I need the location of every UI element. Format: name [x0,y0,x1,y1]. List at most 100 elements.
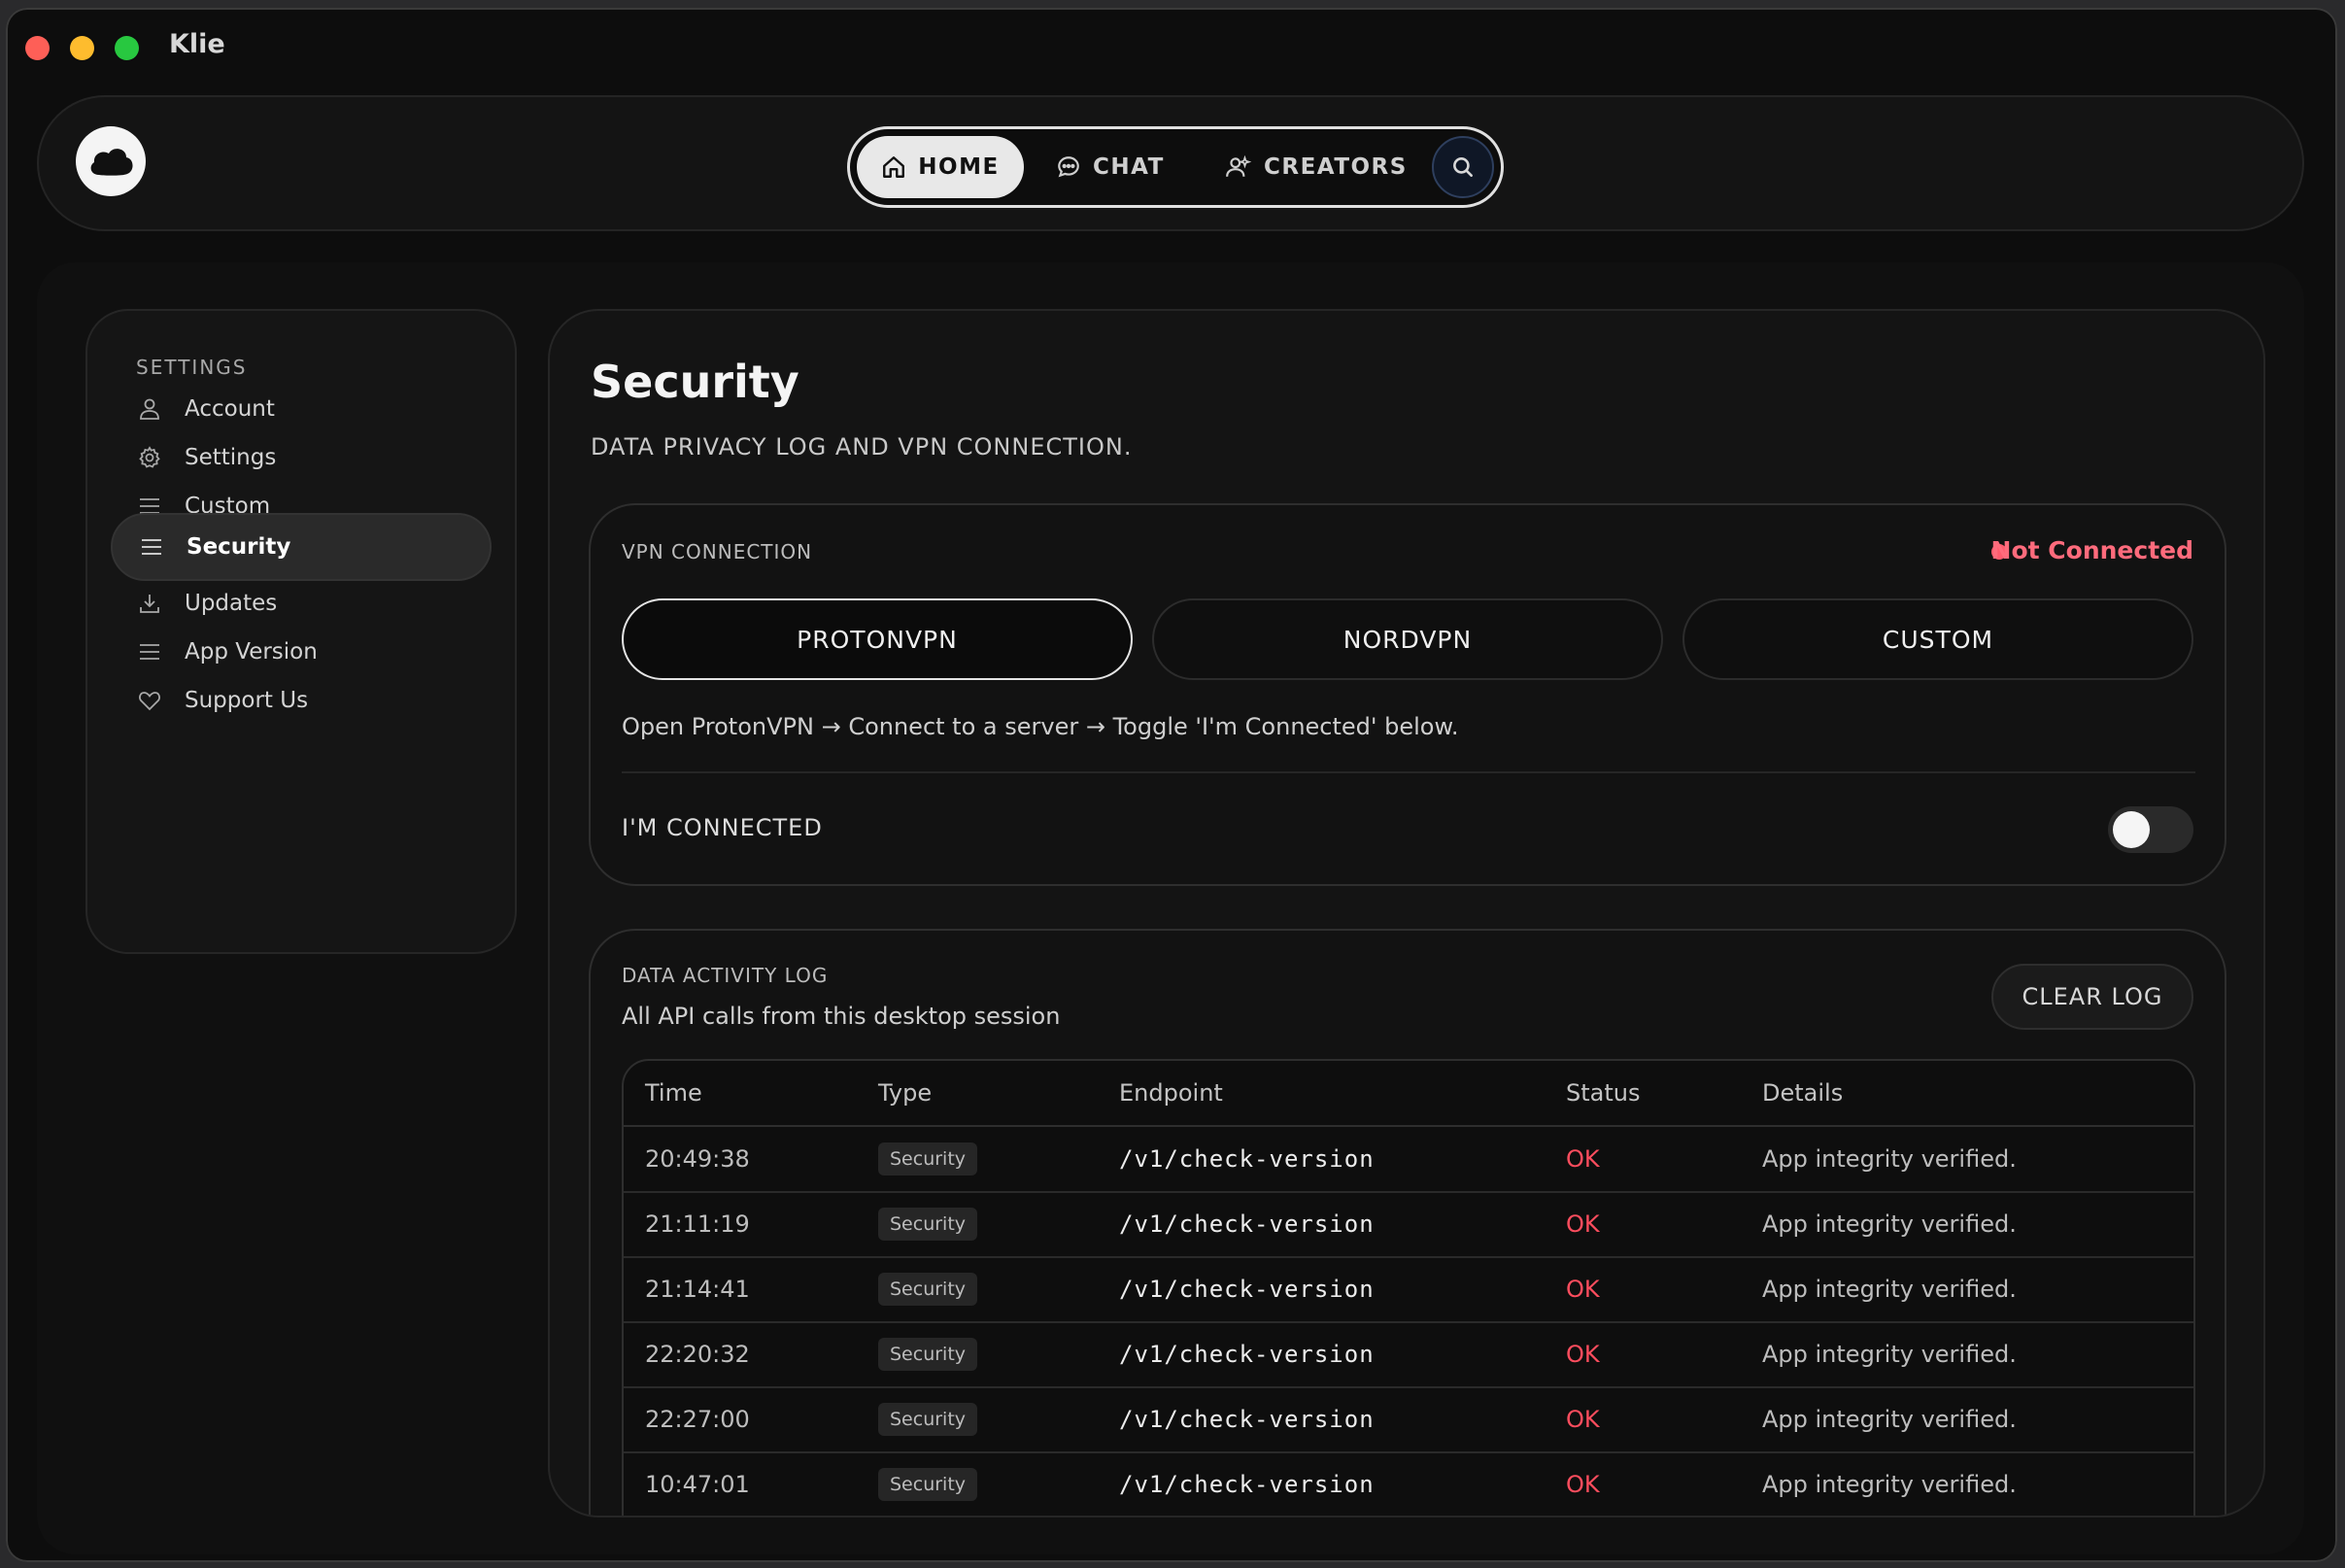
log-card-label: DATA ACTIVITY LOG [622,964,829,987]
cell-type: Security [878,1452,978,1516]
title-bar: Klie [6,8,2337,74]
cell-endpoint: /v1/check-version [1119,1406,1375,1433]
top-navbar: HOME CHAT CREATORS [37,95,2304,231]
nav-creators-tab[interactable]: CREATORS [1225,136,1408,198]
cell-status: OK [1566,1341,1600,1368]
cell-status: OK [1566,1471,1600,1498]
menu-icon [136,638,163,665]
cell-details: App integrity verified. [1762,1210,2017,1238]
table-row[interactable]: 20:49:38 Security /v1/check-version OK A… [624,1127,2193,1193]
protonvpn-button[interactable]: PROTONVPN [622,598,1133,680]
vpn-status: Not Connected [1990,536,2193,564]
home-icon [883,156,905,178]
type-badge: Security [878,1273,978,1306]
data-activity-log-card: DATA ACTIVITY LOG All API calls from thi… [589,929,2226,1516]
user-icon [136,395,163,423]
minimize-window-button[interactable] [70,36,94,60]
toggle-knob [2113,811,2150,848]
cell-endpoint: /v1/check-version [1119,1471,1375,1498]
custom-vpn-button[interactable]: CUSTOM [1682,598,2193,680]
column-header-status[interactable]: Status [1566,1061,1640,1125]
cell-time: 22:27:00 [645,1406,750,1433]
cell-details: App integrity verified. [1762,1341,2017,1368]
app-title: Klie [169,29,225,59]
creators-icon [1226,154,1252,177]
page-title: Security [591,356,799,408]
cell-endpoint: /v1/check-version [1119,1341,1375,1368]
cell-endpoint: /v1/check-version [1119,1210,1375,1238]
sidebar-item-label: Updates [185,591,278,616]
cell-time: 22:20:32 [645,1341,750,1368]
download-icon [136,590,163,617]
cell-status: OK [1566,1145,1600,1173]
chat-bubble-icon [1058,156,1079,178]
main-nav: HOME CHAT CREATORS [847,126,1504,208]
cell-status: OK [1566,1210,1600,1238]
table-row[interactable]: 10:47:01 Security /v1/check-version OK A… [624,1452,2193,1516]
vpn-instructions: Open ProtonVPN → Connect to a server → T… [622,713,1459,740]
table-row[interactable]: 21:14:41 Security /v1/check-version OK A… [624,1257,2193,1323]
activity-log-table: Time Type Endpoint Status Details 20:49:… [622,1059,2195,1516]
type-badge: Security [878,1142,978,1176]
cell-endpoint: /v1/check-version [1119,1145,1375,1173]
app-window: Klie HOME CHAT CREATORS SETTINGS Account… [6,8,2337,1562]
connected-toggle[interactable] [2108,806,2193,853]
table-row[interactable]: 22:27:00 Security /v1/check-version OK A… [624,1387,2193,1453]
column-header-details[interactable]: Details [1762,1061,1843,1125]
vpn-card-label: VPN CONNECTION [622,540,813,563]
cell-type: Security [878,1322,978,1386]
nav-home-tab[interactable]: HOME [857,136,1024,198]
cell-time: 21:11:19 [645,1210,750,1238]
type-badge: Security [878,1403,978,1436]
heart-icon [136,687,163,714]
cell-time: 20:49:38 [645,1145,750,1173]
cell-details: App integrity verified. [1762,1276,2017,1303]
app-logo[interactable] [76,126,146,196]
nav-chat-label: CHAT [1093,154,1165,180]
sidebar-item-support-us[interactable]: Support Us [111,666,492,734]
zoom-window-button[interactable] [115,36,139,60]
cell-status: OK [1566,1276,1600,1303]
cell-type: Security [878,1387,978,1451]
sidebar-item-label: Account [185,396,275,422]
cell-details: App integrity verified. [1762,1406,2017,1433]
page-subtitle: DATA PRIVACY LOG AND VPN CONNECTION. [591,433,1133,460]
vpn-connection-card: VPN CONNECTION Not Connected PROTONVPN N… [589,503,2226,886]
search-button[interactable] [1432,136,1494,198]
sidebar-item-label: Security [187,534,291,560]
table-row[interactable]: 22:20:32 Security /v1/check-version OK A… [624,1322,2193,1388]
gear-icon [136,444,163,471]
cell-endpoint: /v1/check-version [1119,1276,1375,1303]
log-description: All API calls from this desktop session [622,1003,1061,1030]
close-window-button[interactable] [25,36,50,60]
type-badge: Security [878,1208,978,1241]
sidebar-item-label: Settings [185,445,277,470]
menu-icon [138,533,165,561]
cell-time: 10:47:01 [645,1471,750,1498]
type-badge: Security [878,1338,978,1371]
nav-chat-tab[interactable]: CHAT [1056,136,1165,198]
type-badge: Security [878,1468,978,1501]
clear-log-button[interactable]: CLEAR LOG [1991,964,2193,1030]
cell-details: App integrity verified. [1762,1145,2017,1173]
connected-label: I'M CONNECTED [622,814,823,841]
divider [622,771,2195,773]
column-header-time[interactable]: Time [645,1061,702,1125]
table-header: Time Type Endpoint Status Details [624,1061,2193,1127]
column-header-type[interactable]: Type [878,1061,932,1125]
settings-sidebar: SETTINGS Account Settings Custom Securit… [85,309,517,954]
nav-home-label: HOME [918,154,1000,180]
cell-type: Security [878,1192,978,1256]
search-icon [1453,157,1473,177]
cell-time: 21:14:41 [645,1276,750,1303]
sidebar-item-label: App Version [185,639,318,665]
column-header-endpoint[interactable]: Endpoint [1119,1061,1223,1125]
cell-type: Security [878,1127,978,1191]
cell-details: App integrity verified. [1762,1471,2017,1498]
cloud-icon [90,149,133,176]
security-panel: Security DATA PRIVACY LOG AND VPN CONNEC… [548,309,2265,1517]
cell-status: OK [1566,1406,1600,1433]
nordvpn-button[interactable]: NORDVPN [1152,598,1663,680]
table-row[interactable]: 21:11:19 Security /v1/check-version OK A… [624,1192,2193,1258]
nav-creators-label: CREATORS [1264,154,1408,180]
